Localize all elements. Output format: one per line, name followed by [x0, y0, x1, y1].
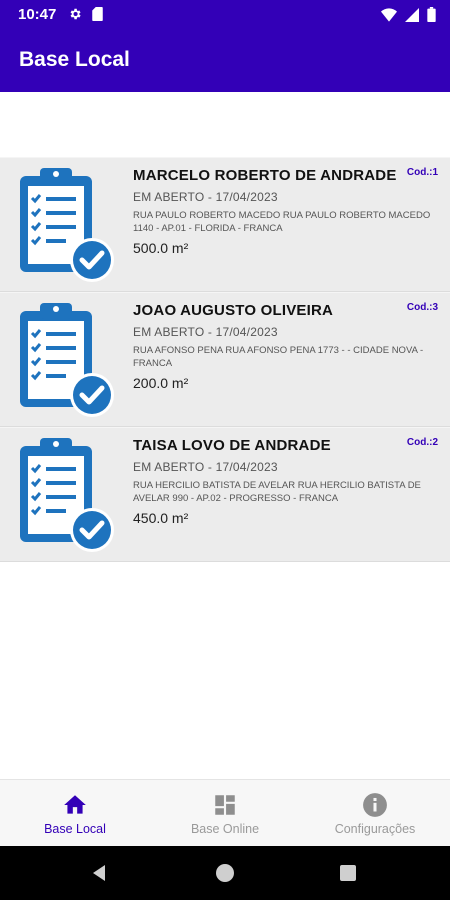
bottom-navigation: Base Local Base Online Configurações: [0, 779, 450, 847]
page-title: Base Local: [19, 48, 130, 71]
record-area: 450.0 m²: [133, 510, 189, 526]
home-circle-icon[interactable]: [215, 863, 235, 883]
record-code: Cod.:2: [406, 437, 438, 448]
record-code: Cod.:1: [406, 167, 438, 178]
recents-icon[interactable]: [339, 864, 357, 882]
wifi-icon: [381, 7, 397, 22]
record-code: Cod.:3: [406, 302, 438, 313]
nav-item-base-online[interactable]: Base Online: [150, 780, 300, 847]
clipboard-check-icon: [20, 438, 114, 552]
clipboard-check-icon: [20, 303, 114, 417]
nav-item-base-local[interactable]: Base Local: [0, 780, 150, 847]
record-status: EM ABERTO - 17/04/2023: [133, 460, 278, 474]
gear-icon: [70, 8, 81, 20]
status-bar: 10:47: [0, 0, 450, 30]
record-name: MARCELO ROBERTO DE ANDRADE: [133, 167, 397, 184]
record-card[interactable]: TAISA LOVO DE ANDRADE Cod.:2 EM ABERTO -…: [0, 427, 450, 562]
record-name: TAISA LOVO DE ANDRADE: [133, 437, 331, 454]
record-status: EM ABERTO - 17/04/2023: [133, 190, 278, 204]
dashboard-icon: [215, 795, 235, 815]
record-address: RUA AFONSO PENA RUA AFONSO PENA 1773 - -…: [133, 345, 424, 369]
nav-item-configuracoes[interactable]: Configurações: [300, 780, 450, 847]
sim-card-icon: [92, 7, 103, 21]
system-navigation-bar: [0, 846, 450, 900]
nav-label: Base Online: [190, 822, 260, 836]
record-card[interactable]: MARCELO ROBERTO DE ANDRADE Cod.:1 EM ABE…: [0, 157, 450, 292]
battery-icon: [427, 7, 436, 22]
records-list: MARCELO ROBERTO DE ANDRADE Cod.:1 EM ABE…: [0, 157, 450, 562]
record-address: RUA HERCILIO BATISTA DE AVELAR RUA HERCI…: [133, 480, 421, 504]
signal-icon: [405, 7, 419, 22]
clipboard-check-icon: [20, 168, 114, 282]
back-icon[interactable]: [90, 863, 110, 883]
record-status: EM ABERTO - 17/04/2023: [133, 325, 278, 339]
nav-label: Configurações: [334, 822, 416, 836]
record-area: 500.0 m²: [133, 240, 189, 256]
home-icon: [64, 795, 86, 814]
app-bar: Base Local: [0, 30, 450, 92]
record-address: RUA PAULO ROBERTO MACEDO RUA PAULO ROBER…: [133, 210, 431, 234]
record-name: JOAO AUGUSTO OLIVEIRA: [133, 302, 334, 319]
nav-label: Base Local: [44, 822, 106, 836]
status-time: 10:47: [18, 6, 57, 23]
record-area: 200.0 m²: [133, 375, 189, 391]
record-card[interactable]: JOAO AUGUSTO OLIVEIRA Cod.:3 EM ABERTO -…: [0, 292, 450, 427]
info-icon: [363, 793, 387, 817]
